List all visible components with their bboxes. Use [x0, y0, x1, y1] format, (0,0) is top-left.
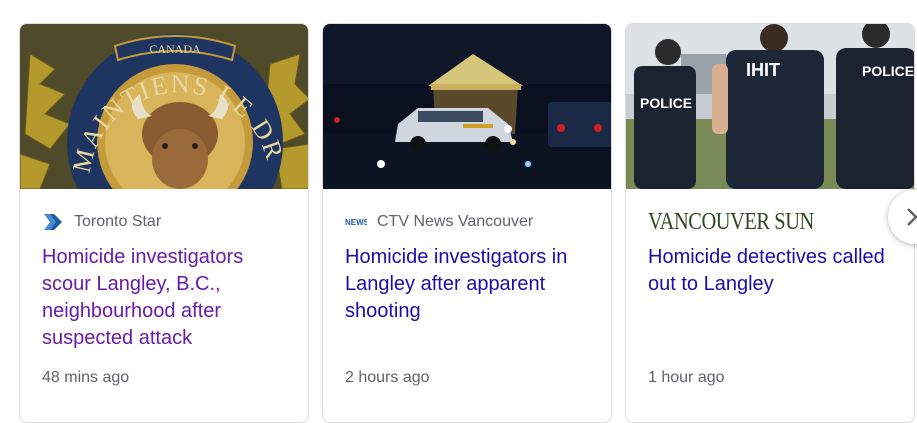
crest-banner-text: CANADA [149, 42, 201, 56]
source-row: VANCOUVER SUN [648, 209, 843, 235]
ctv-news-logo-icon: NEWS [345, 218, 367, 227]
news-card-vancouver-sun[interactable]: POLICE IHIT POLICE VANCOUVER SUN Homicid… [625, 23, 915, 423]
svg-text:NEWS: NEWS [345, 218, 367, 227]
timestamp: 2 hours ago [345, 369, 430, 386]
headline-link[interactable]: Homicide detectives called out to Langle… [648, 244, 898, 298]
source-row: Toronto Star [42, 212, 161, 232]
source-row: NEWS CTV News Vancouver [345, 212, 533, 232]
news-card-toronto-star[interactable]: CANADA MAINTIENS LE DROIT [19, 23, 309, 423]
headline-link[interactable]: Homicide investigators in Langley after … [345, 244, 595, 325]
news-thumbnail-night-scene[interactable] [323, 24, 611, 189]
timestamp: 1 hour ago [648, 369, 725, 386]
timestamp: 48 mins ago [42, 369, 130, 386]
news-thumbnail-rcmp-crest[interactable]: CANADA MAINTIENS LE DROIT [20, 24, 308, 189]
headline-link[interactable]: Homicide investigators scour Langley, B.… [42, 244, 292, 352]
news-carousel: CANADA MAINTIENS LE DROIT [0, 0, 917, 423]
toronto-star-logo-icon [44, 214, 62, 230]
source-name: CTV News Vancouver [377, 213, 534, 230]
vancouver-sun-logo: VANCOUVER SUN [648, 208, 814, 235]
vest-label: POLICE [862, 63, 914, 79]
vest-label: IHIT [746, 60, 780, 80]
chevron-right-icon [907, 208, 917, 226]
news-thumbnail-police-officers[interactable]: POLICE IHIT POLICE [626, 24, 914, 189]
news-card-ctv[interactable]: NEWS CTV News Vancouver Homicide investi… [322, 23, 612, 423]
vest-label: POLICE [640, 95, 692, 111]
source-name: Toronto Star [74, 213, 162, 230]
